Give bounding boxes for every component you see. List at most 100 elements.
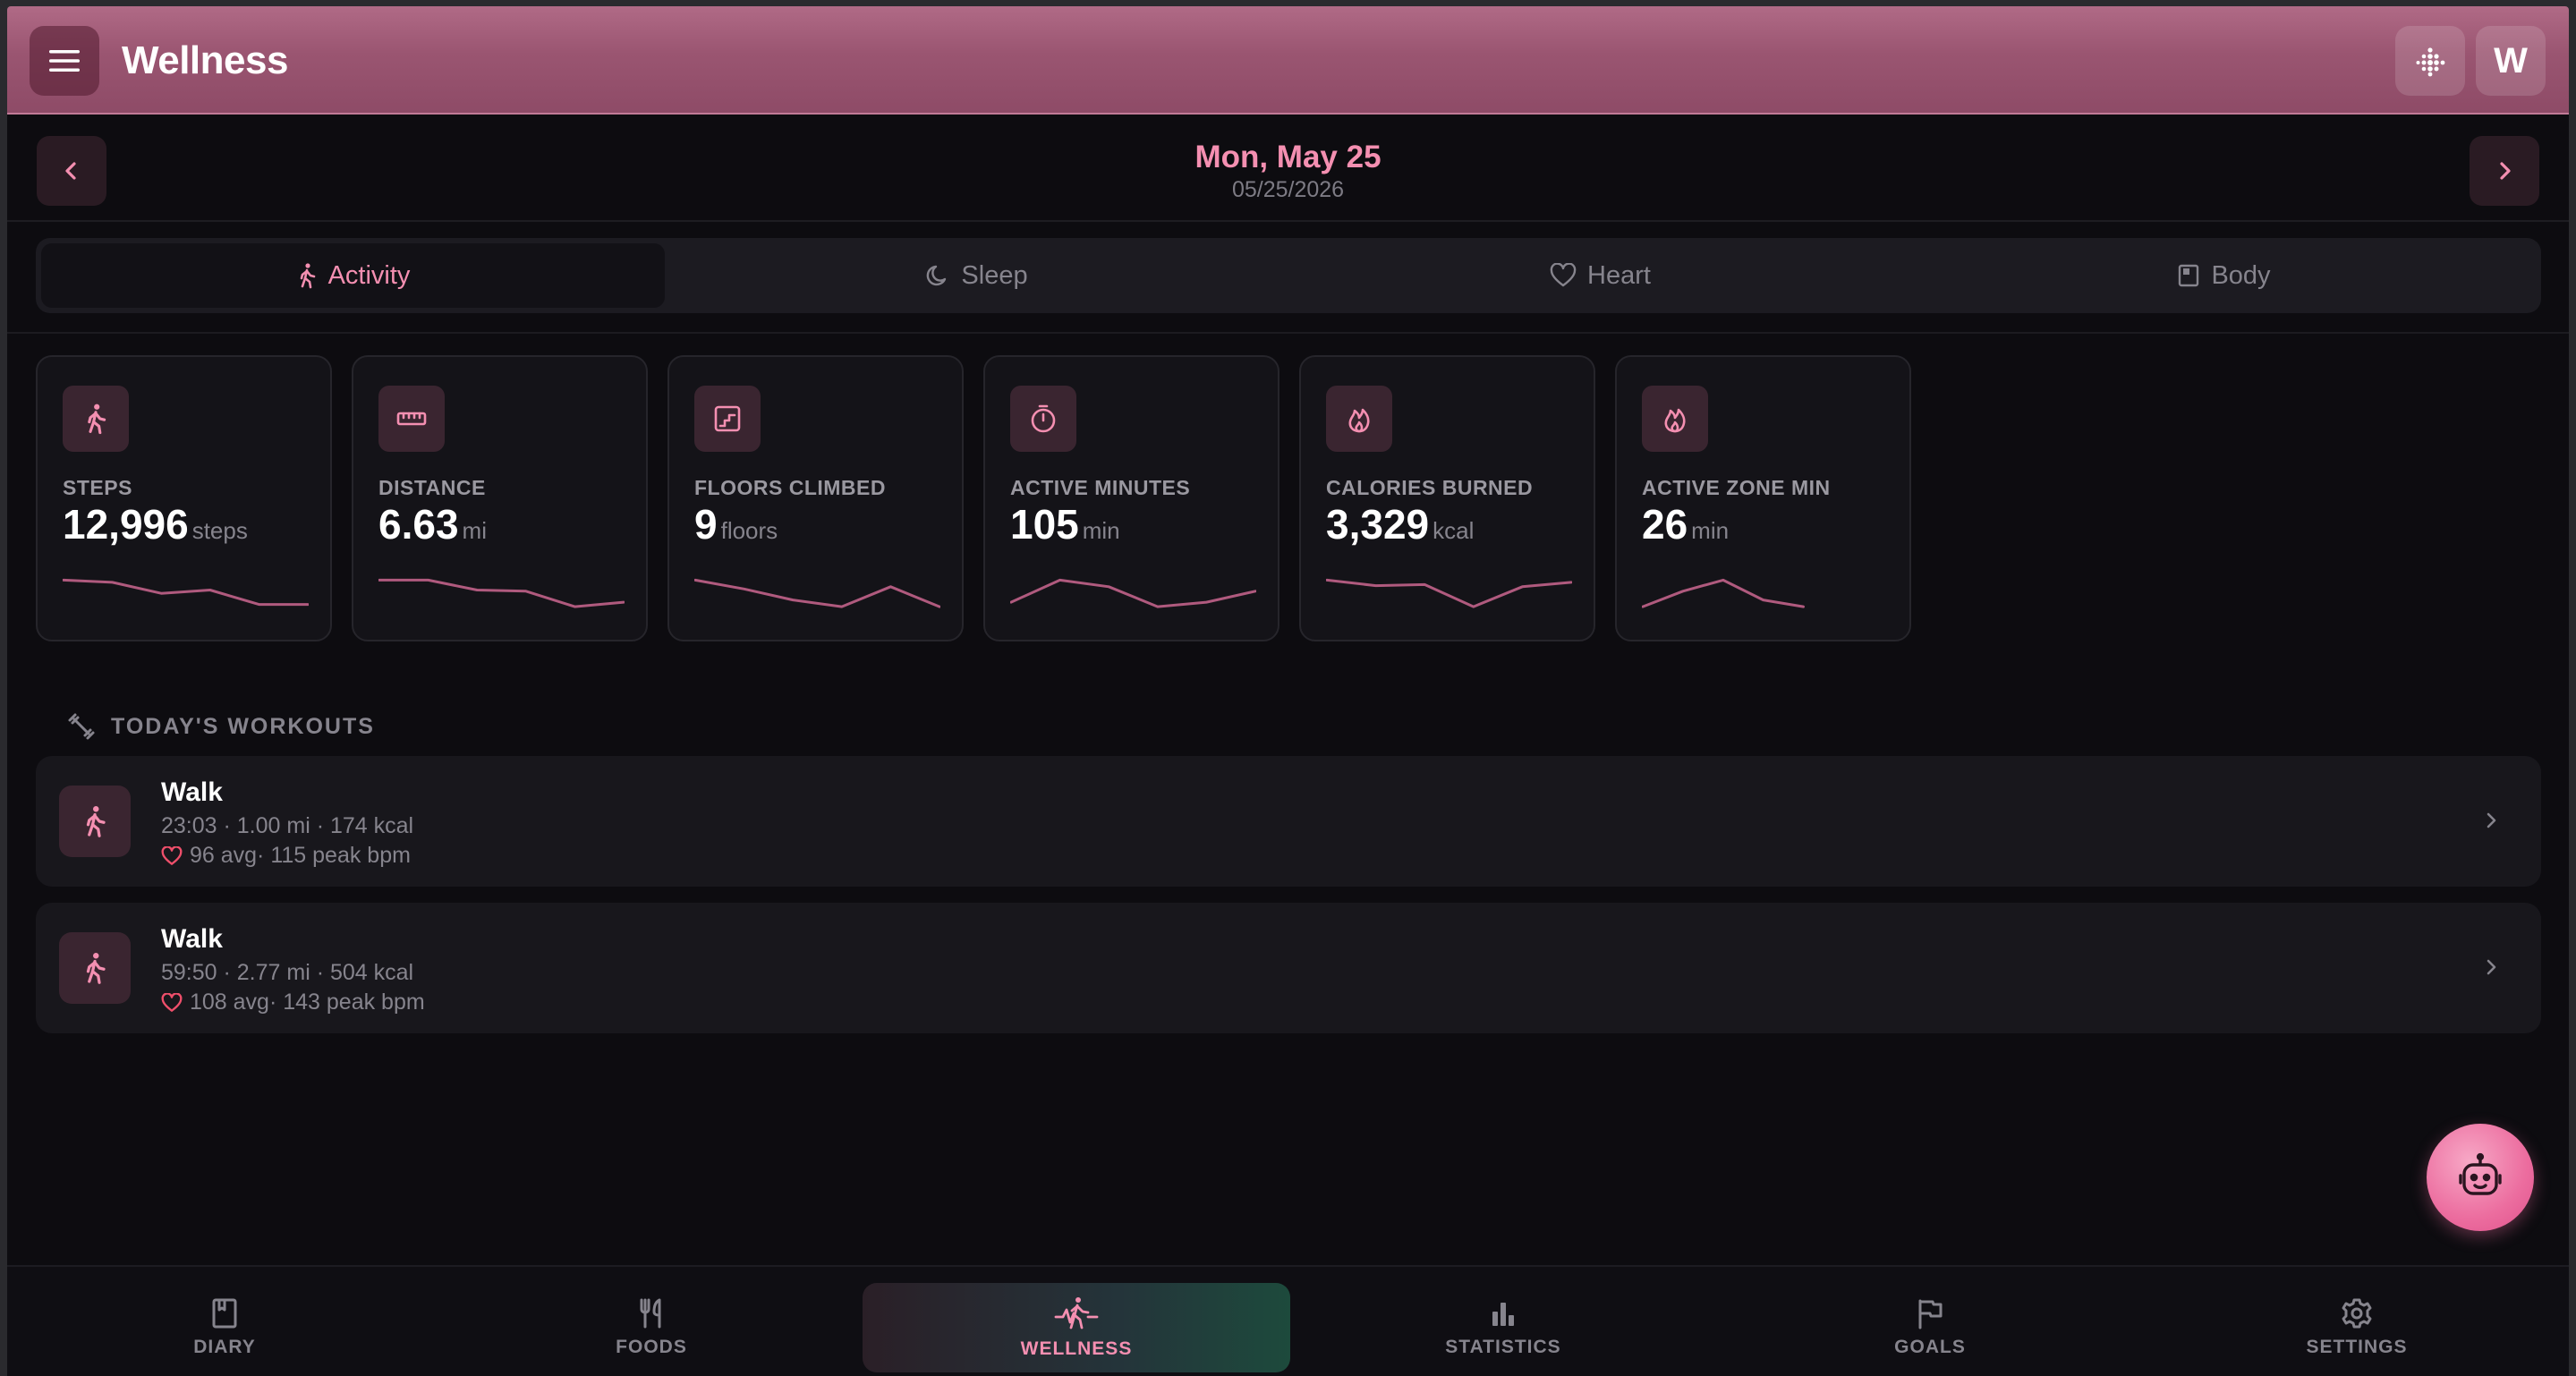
metric-value: 12,996 steps xyxy=(63,500,248,548)
app-header: Wellness W xyxy=(7,6,2569,115)
metric-cards: STEPS 12,996 steps DISTANCE 6.63 mi FLOO… xyxy=(36,355,1911,641)
avatar[interactable]: W xyxy=(2476,26,2546,96)
avatar-letter: W xyxy=(2494,40,2528,81)
metric-number: 3,329 xyxy=(1326,501,1430,548)
next-day-button[interactable] xyxy=(2470,136,2539,206)
workout-meta: 59:50 · 2.77 mi · 504 kcal xyxy=(161,960,414,985)
workout-item[interactable]: Walk 23:03 · 1.00 mi · 174 kcal 96 avg· … xyxy=(36,756,2541,887)
heart-icon xyxy=(161,845,183,865)
sparkline-path xyxy=(694,578,940,608)
metric-label: ACTIVE MINUTES xyxy=(1010,476,1191,499)
workouts-section-label: TODAY'S WORKOUTS xyxy=(111,713,375,739)
workout-heart-rate: 108 avg· 143 peak bpm xyxy=(161,990,425,1015)
assistant-button[interactable] xyxy=(2427,1124,2534,1231)
metric-number: 26 xyxy=(1642,501,1688,548)
page-title: Wellness xyxy=(122,38,288,82)
metric-number: 105 xyxy=(1010,501,1079,548)
sparkline-path xyxy=(378,578,625,608)
nav-settings[interactable]: SETTINGS xyxy=(2143,1283,2569,1372)
chevron-right-icon xyxy=(2473,803,2509,838)
nav-foods[interactable]: FOODS xyxy=(438,1283,865,1372)
wellness-icon xyxy=(1054,1297,1099,1329)
metric-unit: min xyxy=(1691,517,1730,544)
metric-card-active-minutes[interactable]: ACTIVE MINUTES 105 min xyxy=(983,355,1279,641)
stairs-icon xyxy=(694,386,761,452)
nav-diary[interactable]: DIARY xyxy=(11,1283,438,1372)
date-navigator: Mon, May 25 05/25/2026 xyxy=(7,116,2569,222)
nav-statistics-label: STATISTICS xyxy=(1445,1337,1561,1357)
tab-activity[interactable]: Activity xyxy=(41,243,665,308)
calories-sparkline xyxy=(1326,578,1572,608)
metric-label: ACTIVE ZONE MIN xyxy=(1642,476,1831,499)
fitbit-sync-button[interactable] xyxy=(2395,26,2465,96)
metric-card-steps[interactable]: STEPS 12,996 steps xyxy=(36,355,332,641)
metric-card-distance[interactable]: DISTANCE 6.63 mi xyxy=(352,355,648,641)
metric-card-calories[interactable]: CALORIES BURNED 3,329 kcal xyxy=(1299,355,1595,641)
sparkline-path xyxy=(1326,578,1572,608)
nav-goals[interactable]: GOALS xyxy=(1716,1283,2144,1372)
ruler-icon xyxy=(378,386,445,452)
workout-hr-text: 96 avg· 115 peak bpm xyxy=(190,843,411,868)
utensils-icon xyxy=(640,1298,661,1329)
flame-icon xyxy=(1642,386,1708,452)
metric-card-active-zone[interactable]: ACTIVE ZONE MIN 26 min xyxy=(1615,355,1911,641)
metric-unit: kcal xyxy=(1433,517,1475,544)
distance-sparkline xyxy=(378,578,625,608)
nav-diary-label: DIARY xyxy=(193,1337,256,1357)
nav-wellness[interactable]: WELLNESS xyxy=(863,1283,1290,1372)
sparkline-path xyxy=(63,578,309,607)
stopwatch-icon xyxy=(1010,386,1076,452)
sparkline-path xyxy=(1010,578,1256,608)
workout-name: Walk xyxy=(161,924,223,954)
tab-sleep[interactable]: Sleep xyxy=(665,243,1288,308)
current-date-numeric: 05/25/2026 xyxy=(1231,177,1345,202)
metric-value: 9 floors xyxy=(694,500,778,548)
tab-heart[interactable]: Heart xyxy=(1288,243,1912,308)
tab-body-label: Body xyxy=(2211,260,2271,290)
gear-icon xyxy=(2342,1298,2372,1329)
wellness-tabs: Activity Sleep Heart Body xyxy=(36,238,2541,313)
metric-value: 3,329 kcal xyxy=(1326,500,1474,548)
metric-label: DISTANCE xyxy=(378,476,486,499)
flame-icon xyxy=(1326,386,1392,452)
tab-sleep-label: Sleep xyxy=(961,260,1028,290)
metric-unit: steps xyxy=(191,517,248,544)
metric-label: FLOORS CLIMBED xyxy=(694,476,886,499)
dumbbell-icon xyxy=(68,713,95,740)
body-icon xyxy=(2179,264,2199,287)
metric-value: 105 min xyxy=(1010,500,1120,548)
nav-settings-label: SETTINGS xyxy=(2306,1337,2408,1357)
tab-heart-label: Heart xyxy=(1587,260,1651,290)
chevron-right-icon xyxy=(2500,162,2511,180)
metric-card-floors[interactable]: FLOORS CLIMBED 9 floors xyxy=(667,355,964,641)
tab-activity-label: Activity xyxy=(327,260,411,290)
workouts-section-title: TODAY'S WORKOUTS xyxy=(66,711,375,742)
walk-icon xyxy=(59,786,131,857)
walk-icon xyxy=(300,263,315,289)
metric-number: 12,996 xyxy=(63,501,189,548)
book-icon xyxy=(212,1298,237,1329)
nav-goals-label: GOALS xyxy=(1894,1337,1966,1357)
tab-body[interactable]: Body xyxy=(1912,243,2536,308)
menu-button[interactable] xyxy=(30,26,99,96)
workout-hr-text: 108 avg· 143 peak bpm xyxy=(190,990,425,1015)
robot-icon xyxy=(2459,1152,2502,1195)
workout-item[interactable]: Walk 59:50 · 2.77 mi · 504 kcal 108 avg·… xyxy=(36,903,2541,1033)
heart-icon xyxy=(1550,263,1577,287)
nav-statistics[interactable]: STATISTICS xyxy=(1289,1283,1717,1372)
active-zone-sparkline xyxy=(1642,578,1805,608)
chevron-right-icon xyxy=(2473,949,2509,985)
bottom-navigation: DIARY FOODS WELLNESS STATISTICS GOALS SE… xyxy=(7,1265,2569,1376)
steps-sparkline xyxy=(63,578,309,607)
metric-unit: min xyxy=(1082,517,1120,544)
hamburger-icon xyxy=(49,50,80,72)
metric-number: 6.63 xyxy=(378,501,459,548)
sparkline-path xyxy=(1642,578,1805,608)
divider xyxy=(7,332,2569,334)
floors-sparkline xyxy=(694,578,940,608)
metric-label: STEPS xyxy=(63,476,132,499)
flag-icon xyxy=(1918,1299,1943,1329)
current-date[interactable]: Mon, May 25 xyxy=(7,140,2569,175)
wellness-app: Wellness W Mon, May 25 05/25/2026 Activi… xyxy=(7,6,2569,1376)
bar-chart-icon xyxy=(1492,1303,1514,1326)
